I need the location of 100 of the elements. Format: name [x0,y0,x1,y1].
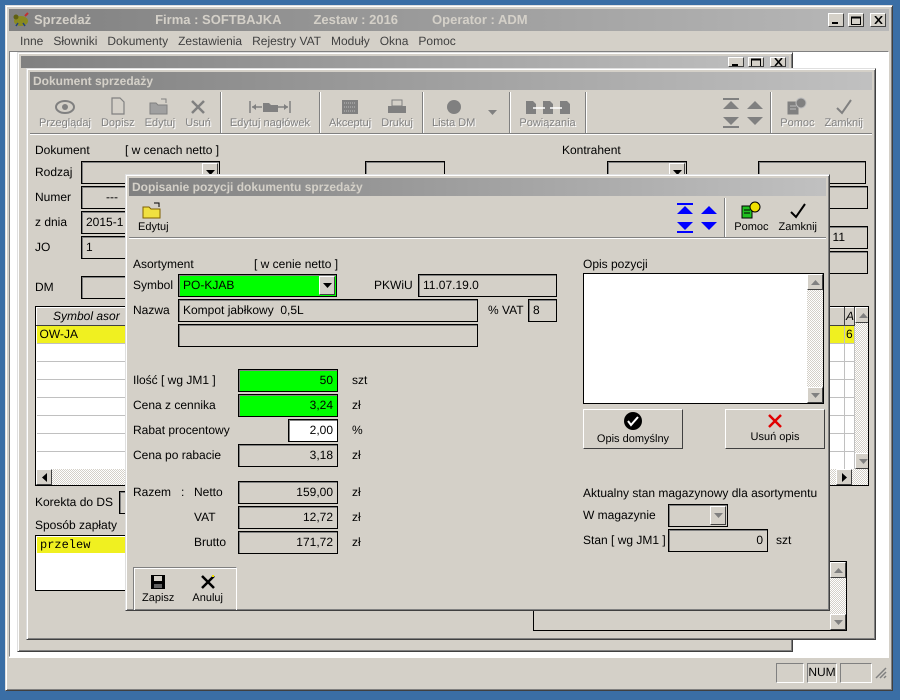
scroll-right-button[interactable] [836,469,852,485]
field-label: Razem [133,485,172,500]
close-button[interactable] [770,57,786,67]
menu-item[interactable]: Zestawienia [173,34,248,48]
field-label: Numer [35,190,72,205]
field-label: z dnia [35,215,68,230]
grid-icon [341,99,360,115]
top-arrow-icon[interactable] [676,202,694,214]
maximize-button[interactable] [848,13,864,27]
field-label: Stan [ wg JM1 ] [583,533,667,548]
field-label: Sposób zapłaty [35,518,118,532]
field-label: szt [776,533,792,548]
field-label: % [352,423,363,438]
down-arrow-icon[interactable] [700,220,718,232]
text-field[interactable]: 11.07.19.0 [418,274,557,297]
field-label: : [181,485,186,500]
cancel-button[interactable]: Anuluj [186,572,229,606]
field-label: Ilość [ wg JM1 ] [133,373,217,388]
input-field[interactable]: 50 [238,369,338,392]
x-icon [200,574,216,590]
down-triangle-icon [858,458,868,464]
scroll-up-button[interactable] [830,562,846,578]
right-triangle-icon [842,472,846,482]
delete-description-button[interactable]: Usuń opis [725,409,825,449]
field-label: zł [352,510,361,525]
dropdown-button[interactable] [319,276,335,295]
input-field[interactable]: 2,00 [288,419,338,442]
text-field[interactable]: 8 [528,299,557,322]
scroll-up-button[interactable] [807,274,823,290]
field-label: Rabat procentowy [133,423,231,438]
help-icon [787,97,808,115]
field-label: Cena po rabacie [133,448,222,463]
field-label: [ w cenach netto ] [125,142,220,158]
scroll-down-button[interactable] [830,614,846,630]
scroll-up-button[interactable] [855,307,868,323]
bottom-arrow-icon[interactable] [676,220,694,232]
default-description-button[interactable]: Opis domyślny [583,409,683,449]
field-label: Symbol [133,278,174,293]
menu-item[interactable]: Pomoc [413,34,461,48]
x-icon [767,413,783,430]
field-label: zł [352,485,361,500]
field-label: Nazwa [133,303,171,318]
maximize-icon [851,16,861,24]
menu-item[interactable]: Inne [15,34,48,48]
pages-icon [524,99,571,115]
field-label: Asortyment [133,257,195,272]
arrows-icon [248,99,292,115]
x-icon [190,99,206,115]
resize-grip-icon[interactable] [875,666,887,678]
close-icon [874,16,882,24]
field-label: Cena z cennika [133,398,217,413]
toolbar-button[interactable]: Pomoc [729,198,774,237]
app-title: Sprzedaż [34,12,92,28]
text-area[interactable] [583,273,824,404]
input-field[interactable]: 3,24 [238,394,338,417]
menu-item[interactable]: Okna [374,34,414,48]
field-label: DM [35,280,55,295]
up-triangle-icon [834,568,842,572]
text-field[interactable]: Kompot jabłkowy 0,5L [178,299,478,322]
check-icon [834,99,853,115]
field-label: Kontrahent [562,142,621,158]
field-label: zł [352,535,361,550]
help-icon [741,201,762,219]
down-triangle-icon [834,620,842,624]
field-label: Opis pozycji [583,257,648,272]
maximize-icon [751,58,761,66]
field-label: Korekta do DS [35,495,114,510]
menu-item[interactable]: Moduły [326,34,375,48]
menu-item[interactable]: Rejestry VAT [247,34,326,48]
minimize-button[interactable] [828,13,844,27]
field-label: PKWiU [374,278,414,293]
menu-item[interactable]: Dokumenty [102,34,174,48]
page-icon [110,97,125,115]
toolbar-button[interactable]: Zamknij [773,198,822,237]
field-label: [ w cenie netto ] [254,257,338,272]
close-button[interactable] [870,13,886,27]
scroll-down-button[interactable] [855,453,868,469]
check-circle-icon [623,411,643,432]
minimize-button[interactable] [728,57,744,67]
status-panel: NUM [807,662,837,682]
field-label: W magazynie [583,508,657,523]
caret-icon [714,513,722,518]
field-label: zł [352,448,361,463]
up-triangle-icon [858,312,868,318]
status-panel [776,662,804,682]
column-header[interactable]: A [844,308,854,326]
field-label: Brutto [194,535,228,550]
up-triangle-icon [810,280,820,284]
input-field: 3,18 [238,444,338,467]
left-triangle-icon [42,472,46,482]
combo-box[interactable]: PO-KJAB [178,274,337,297]
check-icon [788,203,807,219]
dialog-title: Dopisanie pozycji dokumentu sprzedaży [132,180,363,194]
scroll-left-button[interactable] [36,469,52,485]
save-button[interactable]: Zapisz [136,572,180,606]
text-field[interactable] [178,324,478,347]
toolbar-button[interactable]: Edytuj [133,198,174,237]
menu-item[interactable]: Słowniki [48,34,102,48]
maximize-button[interactable] [748,57,764,67]
scroll-down-button[interactable] [807,387,823,403]
